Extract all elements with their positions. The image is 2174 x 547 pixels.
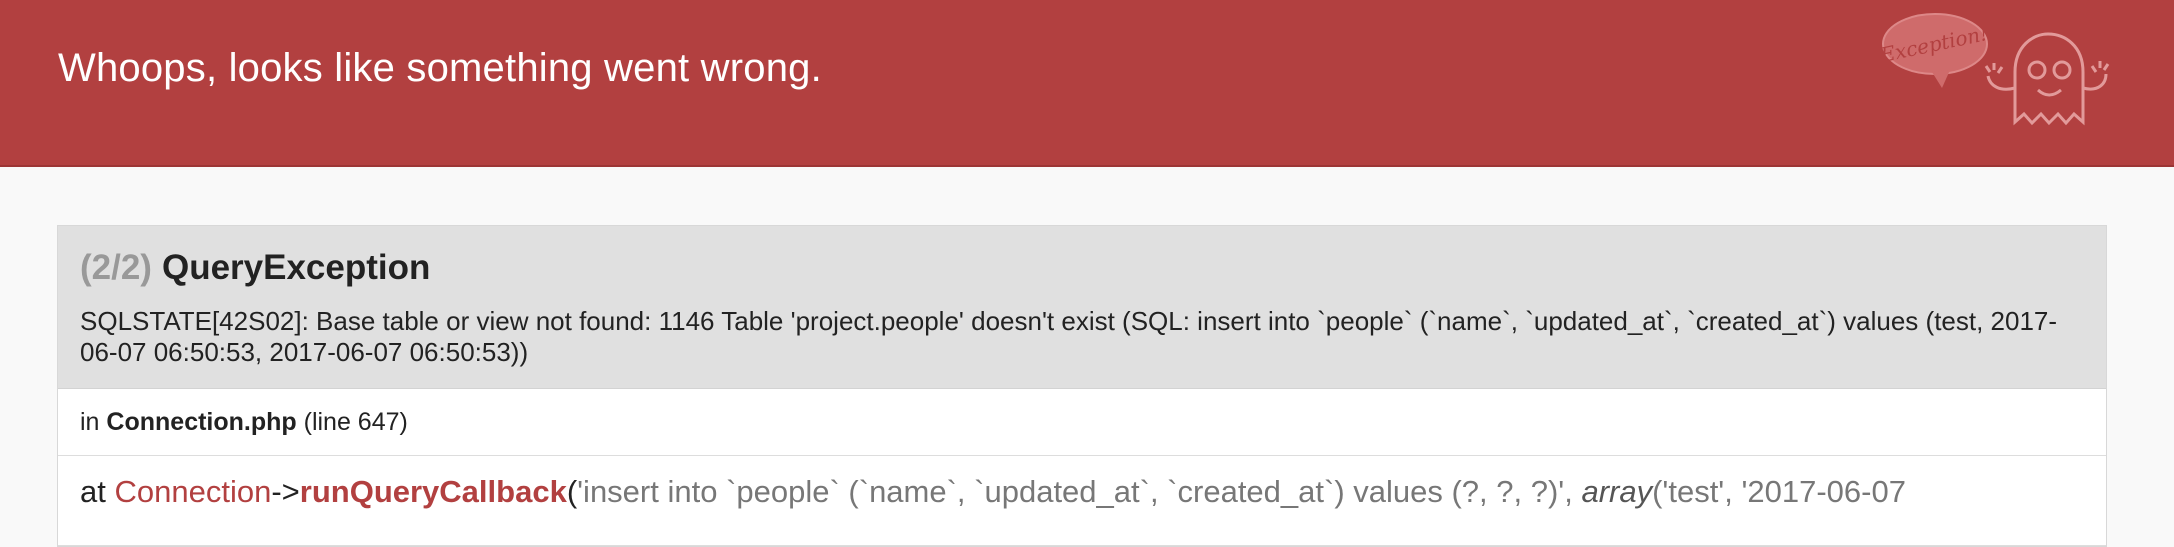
exception-title: (2/2) QueryException [80, 248, 2084, 288]
page-title: Whoops, looks like something went wrong. [58, 46, 822, 90]
location-file: Connection.php [106, 408, 297, 436]
exception-message: SQLSTATE[42S02]: Base table or view not … [80, 306, 2058, 367]
error-header: Whoops, looks like something went wrong.… [0, 0, 2174, 167]
exception-count: (2/2) [80, 248, 152, 287]
location-line: (line 647) [303, 408, 408, 436]
trace-prefix: at [80, 474, 106, 509]
exception-location: in Connection.php (line 647) [58, 389, 2106, 456]
trace-open-paren: ( [566, 474, 578, 509]
exception-panel: (2/2) QueryException SQLSTATE[42S02]: Bas… [57, 225, 2107, 547]
trace-arrow: -> [271, 474, 300, 509]
trace-arg-array-keyword: array [1581, 474, 1653, 509]
exception-name: QueryException [161, 248, 431, 287]
trace-method: runQueryCallback [299, 474, 567, 509]
trace-arg-sql: 'insert into `people` (`name`, `updated_… [577, 474, 1582, 509]
trace-arg-array-values: ('test', '2017-06-07 [1652, 474, 1906, 509]
trace-class: Connection [114, 474, 272, 509]
location-prefix: in [80, 408, 100, 436]
stack-trace-item: at Connection->runQueryCallback('insert … [58, 456, 2106, 546]
ghost-mascot-icon: Exception! [1880, 13, 2110, 126]
exception-summary: (2/2) QueryException SQLSTATE[42S02]: Bas… [58, 226, 2106, 389]
